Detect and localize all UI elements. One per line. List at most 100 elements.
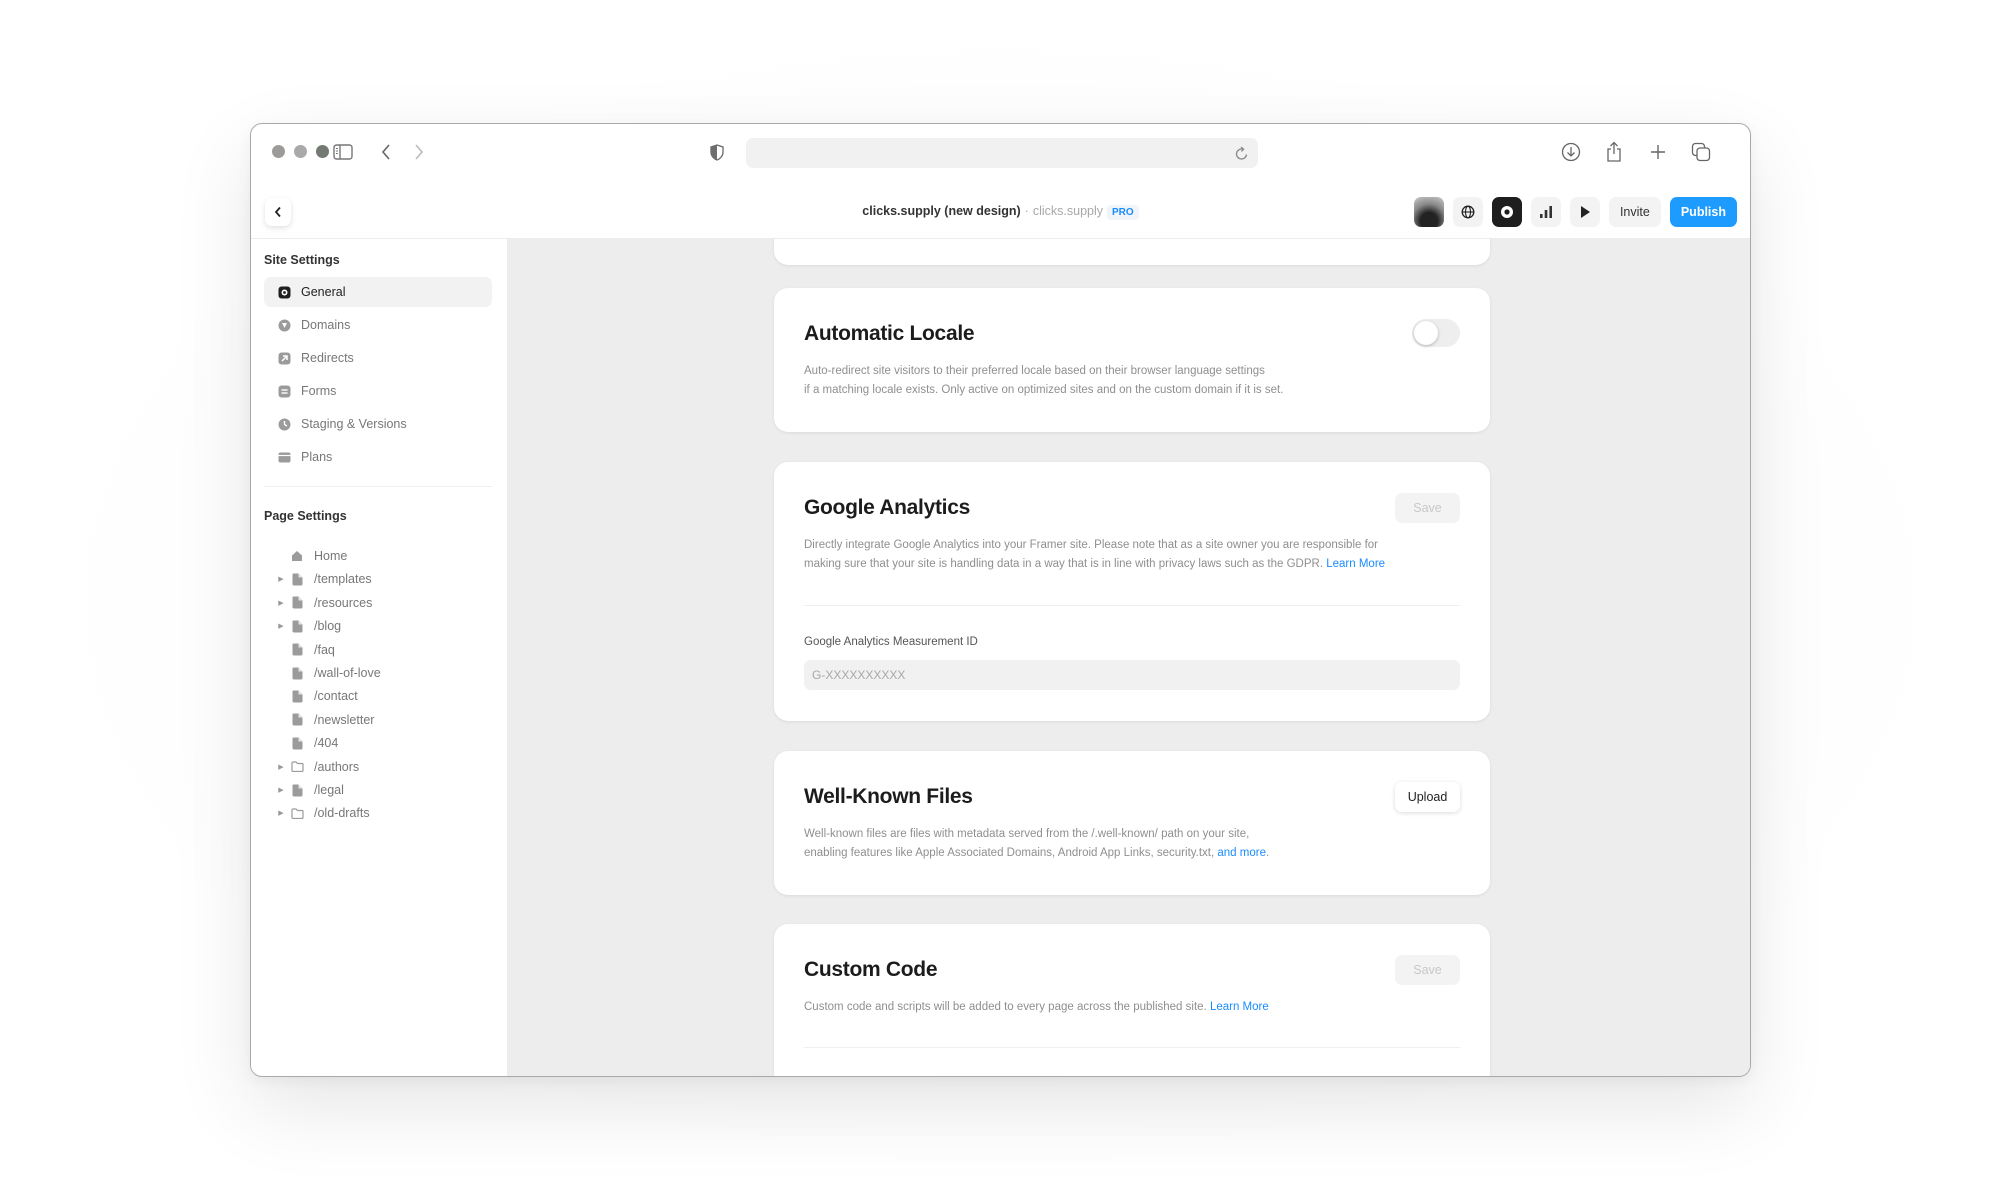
card-divider (804, 605, 1460, 606)
expand-caret-icon[interactable]: ▶ (274, 575, 288, 583)
settings-button[interactable] (1491, 197, 1522, 227)
bar-chart-icon (1539, 206, 1552, 218)
description-line: Directly integrate Google Analytics into… (804, 539, 1379, 551)
expand-caret-icon[interactable]: ▶ (274, 809, 288, 817)
privacy-shield-icon[interactable] (703, 138, 731, 166)
description-line: making sure that your site is handling d… (804, 558, 1324, 570)
page-icon (290, 619, 304, 633)
well-known-files-card: Well-Known Files Upload Well-known files… (774, 751, 1490, 895)
page-list-item[interactable]: ▶ /resources (264, 591, 492, 615)
custom-code-save-button[interactable]: Save (1395, 955, 1460, 985)
tab-overview-icon[interactable] (1687, 138, 1715, 166)
expand-caret-icon[interactable]: ▶ (274, 786, 288, 794)
page-list-item[interactable]: /newsletter (264, 708, 492, 732)
analytics-button[interactable] (1530, 197, 1561, 227)
redirect-icon (278, 352, 291, 365)
page-list-item[interactable]: ▶ /blog (264, 614, 492, 638)
google-analytics-save-button[interactable]: Save (1395, 493, 1460, 523)
publish-button[interactable]: Publish (1669, 197, 1737, 227)
title-separator: · (1024, 204, 1029, 218)
sidebar-toggle-icon[interactable] (329, 138, 357, 166)
address-bar[interactable] (746, 138, 1258, 168)
settings-sidebar: Site Settings General Domains Redirects … (251, 239, 508, 1076)
automatic-locale-card: Automatic Locale Auto-redirect site visi… (774, 288, 1490, 432)
language-button[interactable] (1452, 197, 1483, 227)
avatar[interactable] (1413, 197, 1444, 227)
home-icon (290, 549, 304, 563)
card-title: Custom Code (804, 958, 938, 981)
page-icon (290, 713, 304, 727)
description-line: Custom code and scripts will be added to… (804, 1001, 1207, 1013)
sidebar-item-label: General (301, 285, 346, 299)
expand-caret-icon[interactable]: ▶ (274, 622, 288, 630)
minimize-window-button[interactable] (294, 145, 307, 158)
new-tab-icon[interactable] (1644, 138, 1672, 166)
description-line: enabling features like Apple Associated … (804, 847, 1215, 859)
page-list-item-label: Home (314, 549, 348, 563)
upload-button[interactable]: Upload (1395, 782, 1460, 812)
back-icon[interactable] (372, 138, 400, 166)
learn-more-link[interactable]: Learn More (1210, 1001, 1269, 1013)
page-list-item-label: /blog (314, 619, 342, 634)
description-line: if a matching locale exists. Only active… (804, 384, 1284, 396)
card-description: Directly integrate Google Analytics into… (804, 536, 1464, 574)
page-list-item[interactable]: ▶ /authors (264, 755, 492, 779)
globe-icon (1461, 205, 1475, 219)
window-controls (272, 145, 329, 158)
page-list-item-label: /authors (314, 759, 360, 774)
card-title: Google Analytics (804, 496, 970, 519)
project-domain[interactable]: clicks.supply (1033, 204, 1103, 218)
project-name: clicks.supply (new design) (862, 204, 1021, 218)
expand-caret-icon[interactable]: ▶ (274, 763, 288, 771)
sidebar-item-general[interactable]: General (264, 277, 492, 307)
browser-window: clicks.supply (new design) · clicks.supply… (250, 123, 1751, 1077)
learn-more-link[interactable]: Learn More (1326, 558, 1385, 570)
sidebar-divider (264, 486, 492, 487)
preview-button[interactable] (1569, 197, 1600, 227)
page-list-item[interactable]: Home (264, 544, 492, 568)
sidebar-item-staging-versions[interactable]: Staging & Versions (264, 409, 492, 439)
sidebar-item-label: Redirects (301, 351, 354, 365)
toggle-knob (1414, 321, 1438, 345)
zoom-window-button[interactable] (316, 145, 329, 158)
card-description: Auto-redirect site visitors to their pre… (804, 362, 1464, 400)
page-list-item[interactable]: /contact (264, 684, 492, 708)
reload-icon[interactable] (1232, 142, 1252, 164)
page-list-item-label: /legal (314, 783, 344, 797)
previous-settings-card (774, 239, 1490, 265)
sidebar-item-redirects[interactable]: Redirects (264, 343, 492, 373)
page-list-item[interactable]: ▶ /legal (264, 778, 492, 802)
sidebar-item-domains[interactable]: Domains (264, 310, 492, 340)
page-list-item[interactable]: /wall-of-love (264, 661, 492, 685)
plan-badge: PRO (1107, 205, 1139, 220)
automatic-locale-toggle[interactable] (1412, 319, 1460, 347)
sidebar-item-plans[interactable]: Plans (264, 442, 492, 472)
card-description: Well-known files are files with metadata… (804, 825, 1464, 863)
page-list-item-label: /old-drafts (314, 806, 370, 821)
sidebar-item-label: Staging & Versions (301, 417, 407, 431)
sidebar-item-label: Forms (301, 384, 337, 398)
page-icon (290, 572, 304, 586)
expand-caret-icon[interactable]: ▶ (274, 599, 288, 607)
invite-button[interactable]: Invite (1608, 197, 1661, 227)
settings-content[interactable]: Automatic Locale Auto-redirect site visi… (508, 239, 1750, 1076)
page-list-item-label: /faq (314, 642, 335, 657)
page-list-item[interactable]: ▶ /old-drafts (264, 801, 492, 825)
and-more-link[interactable]: and more (1217, 847, 1266, 859)
page-list-item[interactable]: /faq (264, 638, 492, 662)
page-settings-heading: Page Settings (264, 509, 347, 523)
page-list-item-label: /templates (314, 572, 372, 587)
measurement-id-input[interactable] (804, 660, 1460, 690)
share-icon[interactable] (1600, 138, 1628, 166)
measurement-id-label: Google Analytics Measurement ID (804, 636, 978, 648)
globe-icon (278, 319, 291, 332)
page-icon (290, 643, 304, 657)
sidebar-item-forms[interactable]: Forms (264, 376, 492, 406)
page-list-item[interactable]: ▶ /templates (264, 567, 492, 591)
close-window-button[interactable] (272, 145, 285, 158)
downloads-icon[interactable] (1557, 138, 1585, 166)
clock-icon (278, 418, 291, 431)
page-list-item[interactable]: /404 (264, 731, 492, 755)
page-list-item-label: /resources (314, 595, 373, 610)
forward-icon[interactable] (405, 138, 433, 166)
